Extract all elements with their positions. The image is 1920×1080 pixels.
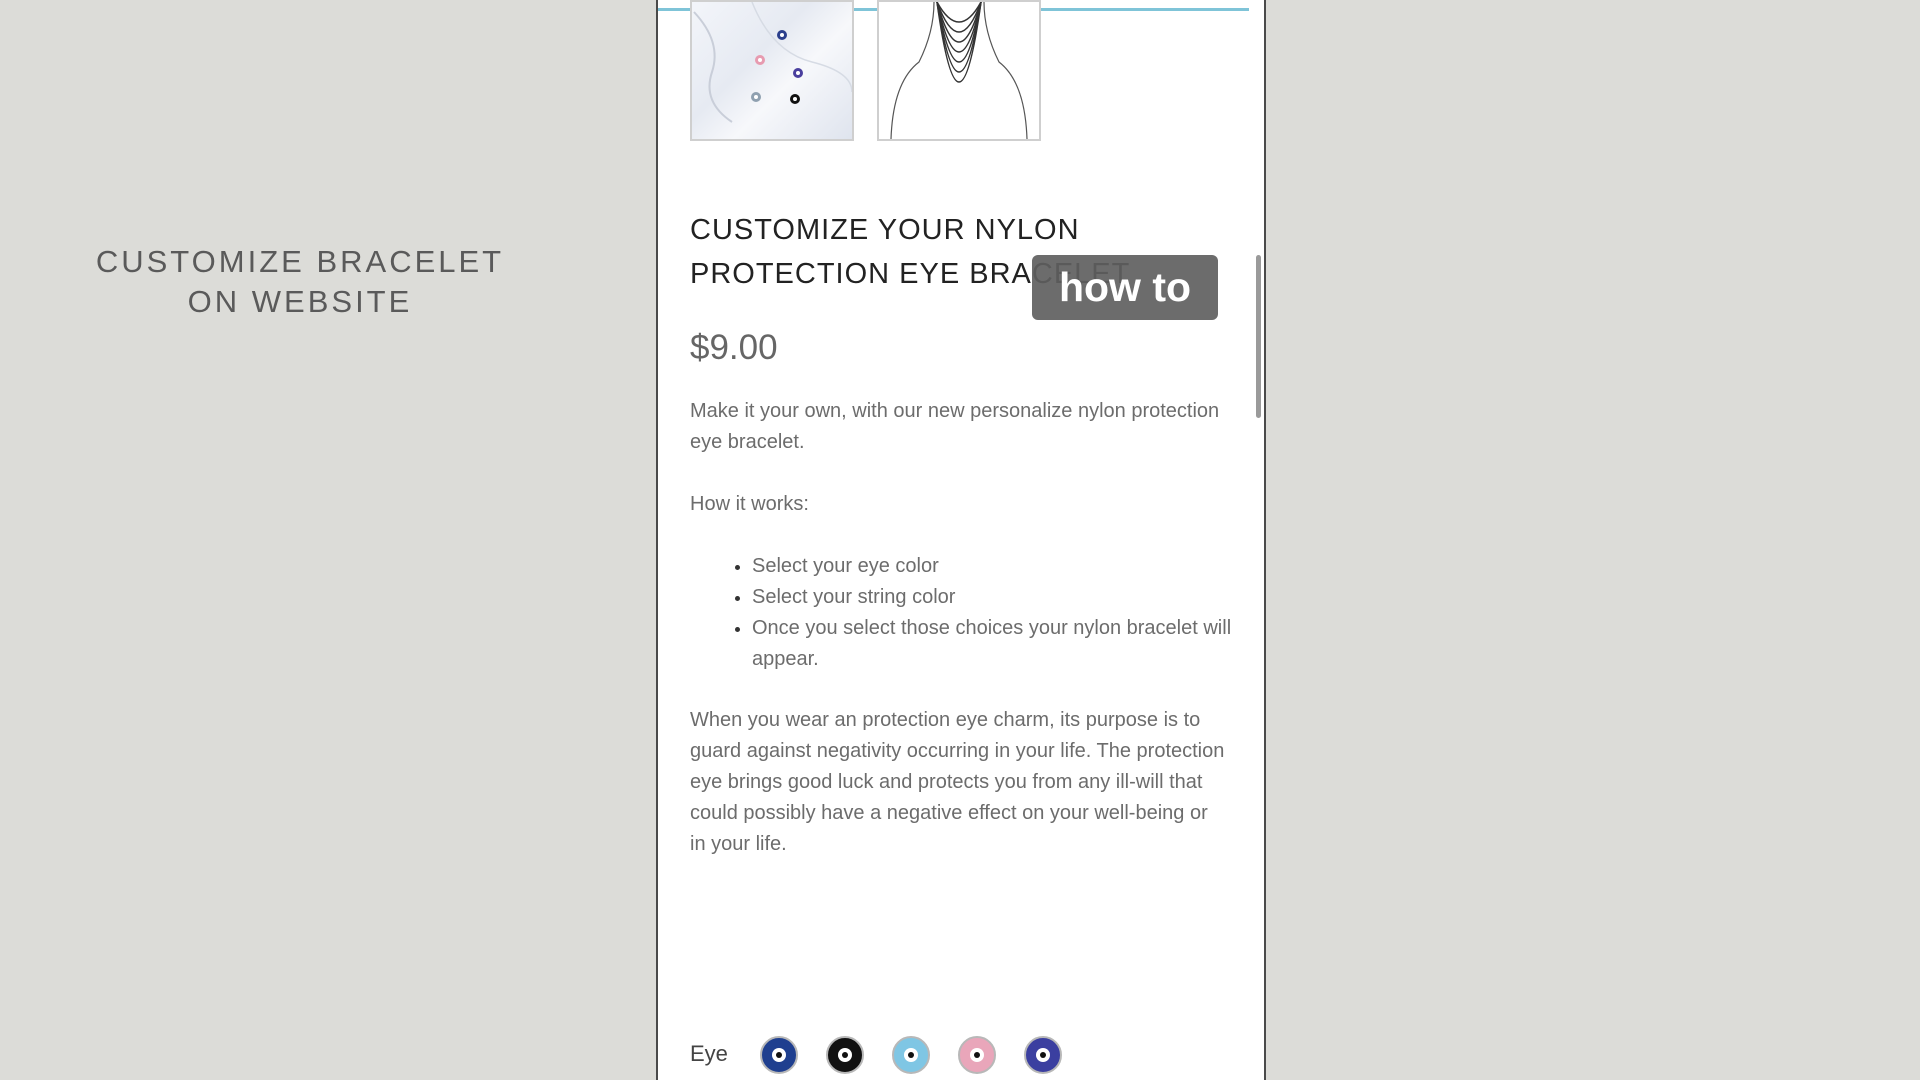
product-intro: Make it your own, with our new personali… [690,400,1220,453]
necklace-length-illustration [890,2,1028,139]
product-thumbnail-length-chart[interactable] [877,0,1041,141]
eye-selector-label: Eye [690,1041,728,1066]
eye-swatch-purple[interactable] [1024,1036,1062,1074]
eye-swatch-dark-blue[interactable] [760,1036,798,1074]
eye-swatch-pink[interactable] [958,1036,996,1074]
steps-list: Select your eye color Select your string… [700,551,1264,675]
list-item: Once you select those choices your nylon… [752,613,1264,675]
side-caption: CUSTOMIZE BRACELET ON WEBSITE [90,242,510,322]
list-item: Select your eye color [752,551,1264,582]
product-description: When you wear an protection eye charm, i… [690,709,1225,855]
mobile-screen: CUSTOMIZE YOUR NYLON PROTECTION EYE BRAC… [656,0,1266,1080]
product-thumbnail-marble[interactable] [690,0,854,141]
side-caption-line-1: CUSTOMIZE BRACELET [95,244,505,279]
eye-swatch-light-blue[interactable] [892,1036,930,1074]
product-price: $9.00 [690,328,778,367]
video-overlay-label: how to [1032,255,1218,320]
eye-swatch-black[interactable] [826,1036,864,1074]
list-item: Select your string color [752,582,1264,613]
marble-bracelet-image [693,2,852,123]
scrollbar[interactable] [1256,255,1261,418]
how-it-works-heading: How it works: [690,493,809,515]
side-caption-line-2: ON WEBSITE [187,284,413,319]
